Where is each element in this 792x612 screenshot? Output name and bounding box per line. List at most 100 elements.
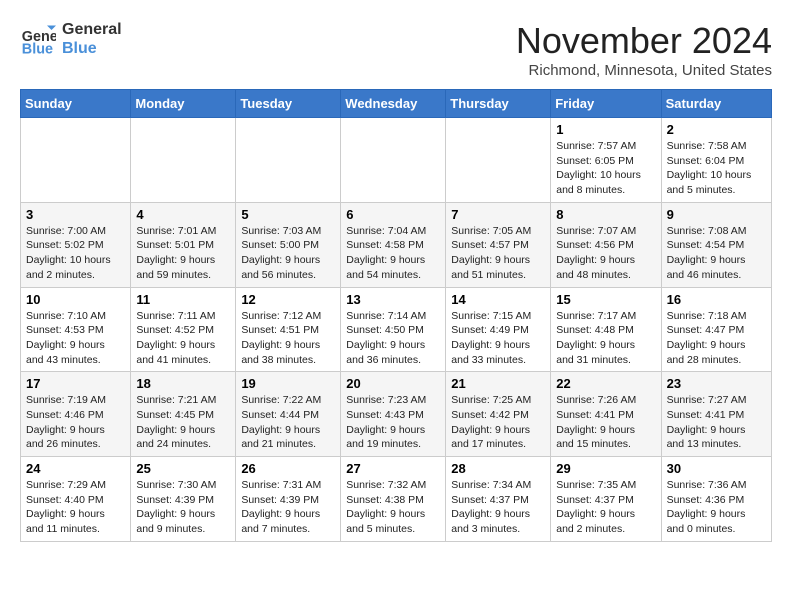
calendar-cell: 26Sunrise: 7:31 AM Sunset: 4:39 PM Dayli… bbox=[236, 457, 341, 542]
day-info: Sunrise: 7:14 AM Sunset: 4:50 PM Dayligh… bbox=[346, 309, 440, 368]
calendar-week-row: 10 Sunrise: 7:10 AM Sunset: 4:53 PM Dayli… bbox=[21, 287, 772, 372]
day-number: 5 bbox=[241, 207, 335, 222]
page-header: General Blue General Blue November 2024 … bbox=[20, 20, 772, 79]
calendar-cell: 5 Sunrise: 7:03 AM Sunset: 5:00 PM Daylig… bbox=[236, 202, 341, 287]
day-number: 18 bbox=[136, 376, 230, 391]
day-info: Sunrise: 7:34 AM Sunset: 4:37 PM Dayligh… bbox=[451, 478, 545, 537]
calendar-cell: 8 Sunrise: 7:07 AM Sunset: 4:56 PM Daylig… bbox=[551, 202, 661, 287]
day-number: 12 bbox=[241, 292, 335, 307]
day-info: Sunrise: 7:35 AM Sunset: 4:37 PM Dayligh… bbox=[556, 478, 655, 537]
day-number: 21 bbox=[451, 376, 545, 391]
day-number: 23 bbox=[667, 376, 766, 391]
weekday-header-cell: Thursday bbox=[446, 90, 551, 118]
day-info: Sunrise: 7:30 AM Sunset: 4:39 PM Dayligh… bbox=[136, 478, 230, 537]
day-number: 9 bbox=[667, 207, 766, 222]
calendar-cell: 24 Sunrise: 7:29 AM Sunset: 4:40 PM Dayli… bbox=[21, 457, 131, 542]
day-info: Sunrise: 7:08 AM Sunset: 4:54 PM Dayligh… bbox=[667, 224, 766, 283]
logo-line2: Blue bbox=[62, 39, 122, 58]
day-info: Sunrise: 7:18 AM Sunset: 4:47 PM Dayligh… bbox=[667, 309, 766, 368]
calendar-cell: 11 Sunrise: 7:11 AM Sunset: 4:52 PM Dayli… bbox=[131, 287, 236, 372]
logo: General Blue General Blue bbox=[20, 20, 122, 58]
calendar-cell bbox=[21, 118, 131, 203]
day-number: 30 bbox=[667, 461, 766, 476]
day-number: 22 bbox=[556, 376, 655, 391]
day-number: 1 bbox=[556, 122, 655, 137]
day-info: Sunrise: 7:10 AM Sunset: 4:53 PM Dayligh… bbox=[26, 309, 125, 368]
day-info: Sunrise: 7:03 AM Sunset: 5:00 PM Dayligh… bbox=[241, 224, 335, 283]
day-info: Sunrise: 7:05 AM Sunset: 4:57 PM Dayligh… bbox=[451, 224, 545, 283]
calendar-cell bbox=[446, 118, 551, 203]
calendar-cell: 13 Sunrise: 7:14 AM Sunset: 4:50 PM Dayli… bbox=[341, 287, 446, 372]
calendar-week-row: 24 Sunrise: 7:29 AM Sunset: 4:40 PM Dayli… bbox=[21, 457, 772, 542]
day-info: Sunrise: 7:01 AM Sunset: 5:01 PM Dayligh… bbox=[136, 224, 230, 283]
logo-icon: General Blue bbox=[20, 21, 56, 57]
calendar-cell: 27Sunrise: 7:32 AM Sunset: 4:38 PM Dayli… bbox=[341, 457, 446, 542]
calendar-cell: 3Sunrise: 7:00 AM Sunset: 5:02 PM Daylig… bbox=[21, 202, 131, 287]
day-info: Sunrise: 7:04 AM Sunset: 4:58 PM Dayligh… bbox=[346, 224, 440, 283]
day-number: 28 bbox=[451, 461, 545, 476]
day-info: Sunrise: 7:07 AM Sunset: 4:56 PM Dayligh… bbox=[556, 224, 655, 283]
day-number: 7 bbox=[451, 207, 545, 222]
day-number: 26 bbox=[241, 461, 335, 476]
weekday-header-cell: Wednesday bbox=[341, 90, 446, 118]
calendar-body: 1 Sunrise: 7:57 AM Sunset: 6:05 PM Daylig… bbox=[21, 118, 772, 542]
day-info: Sunrise: 7:58 AM Sunset: 6:04 PM Dayligh… bbox=[667, 139, 766, 198]
day-number: 10 bbox=[26, 292, 125, 307]
day-number: 11 bbox=[136, 292, 230, 307]
day-number: 2 bbox=[667, 122, 766, 137]
calendar-cell: 20Sunrise: 7:23 AM Sunset: 4:43 PM Dayli… bbox=[341, 372, 446, 457]
day-number: 17 bbox=[26, 376, 125, 391]
day-info: Sunrise: 7:29 AM Sunset: 4:40 PM Dayligh… bbox=[26, 478, 125, 537]
day-info: Sunrise: 7:21 AM Sunset: 4:45 PM Dayligh… bbox=[136, 393, 230, 452]
calendar-cell: 23 Sunrise: 7:27 AM Sunset: 4:41 PM Dayli… bbox=[661, 372, 771, 457]
calendar-cell: 9 Sunrise: 7:08 AM Sunset: 4:54 PM Daylig… bbox=[661, 202, 771, 287]
day-info: Sunrise: 7:25 AM Sunset: 4:42 PM Dayligh… bbox=[451, 393, 545, 452]
calendar-cell: 30 Sunrise: 7:36 AM Sunset: 4:36 PM Dayli… bbox=[661, 457, 771, 542]
calendar-cell: 17 Sunrise: 7:19 AM Sunset: 4:46 PM Dayli… bbox=[21, 372, 131, 457]
day-info: Sunrise: 7:23 AM Sunset: 4:43 PM Dayligh… bbox=[346, 393, 440, 452]
calendar-table: SundayMondayTuesdayWednesdayThursdayFrid… bbox=[20, 89, 772, 542]
calendar-cell: 7 Sunrise: 7:05 AM Sunset: 4:57 PM Daylig… bbox=[446, 202, 551, 287]
weekday-header-cell: Sunday bbox=[21, 90, 131, 118]
calendar-cell: 6 Sunrise: 7:04 AM Sunset: 4:58 PM Daylig… bbox=[341, 202, 446, 287]
day-number: 29 bbox=[556, 461, 655, 476]
calendar-cell: 14Sunrise: 7:15 AM Sunset: 4:49 PM Dayli… bbox=[446, 287, 551, 372]
day-info: Sunrise: 7:36 AM Sunset: 4:36 PM Dayligh… bbox=[667, 478, 766, 537]
day-number: 8 bbox=[556, 207, 655, 222]
calendar-week-row: 17 Sunrise: 7:19 AM Sunset: 4:46 PM Dayli… bbox=[21, 372, 772, 457]
calendar-cell bbox=[236, 118, 341, 203]
day-number: 13 bbox=[346, 292, 440, 307]
day-info: Sunrise: 7:15 AM Sunset: 4:49 PM Dayligh… bbox=[451, 309, 545, 368]
calendar-cell bbox=[341, 118, 446, 203]
weekday-header-cell: Friday bbox=[551, 90, 661, 118]
svg-text:Blue: Blue bbox=[22, 42, 53, 58]
day-info: Sunrise: 7:17 AM Sunset: 4:48 PM Dayligh… bbox=[556, 309, 655, 368]
calendar-cell: 1 Sunrise: 7:57 AM Sunset: 6:05 PM Daylig… bbox=[551, 118, 661, 203]
day-number: 24 bbox=[26, 461, 125, 476]
day-number: 19 bbox=[241, 376, 335, 391]
day-number: 4 bbox=[136, 207, 230, 222]
location-title: Richmond, Minnesota, United States bbox=[516, 62, 772, 79]
calendar-cell: 21 Sunrise: 7:25 AM Sunset: 4:42 PM Dayli… bbox=[446, 372, 551, 457]
calendar-cell: 18 Sunrise: 7:21 AM Sunset: 4:45 PM Dayli… bbox=[131, 372, 236, 457]
day-info: Sunrise: 7:00 AM Sunset: 5:02 PM Dayligh… bbox=[26, 224, 125, 283]
calendar-cell: 22Sunrise: 7:26 AM Sunset: 4:41 PM Dayli… bbox=[551, 372, 661, 457]
calendar-cell: 16 Sunrise: 7:18 AM Sunset: 4:47 PM Dayli… bbox=[661, 287, 771, 372]
calendar-cell: 12Sunrise: 7:12 AM Sunset: 4:51 PM Dayli… bbox=[236, 287, 341, 372]
calendar-cell: 25Sunrise: 7:30 AM Sunset: 4:39 PM Dayli… bbox=[131, 457, 236, 542]
day-number: 6 bbox=[346, 207, 440, 222]
day-number: 16 bbox=[667, 292, 766, 307]
calendar-cell: 19 Sunrise: 7:22 AM Sunset: 4:44 PM Dayli… bbox=[236, 372, 341, 457]
day-info: Sunrise: 7:11 AM Sunset: 4:52 PM Dayligh… bbox=[136, 309, 230, 368]
calendar-cell: 4 Sunrise: 7:01 AM Sunset: 5:01 PM Daylig… bbox=[131, 202, 236, 287]
day-number: 15 bbox=[556, 292, 655, 307]
day-info: Sunrise: 7:57 AM Sunset: 6:05 PM Dayligh… bbox=[556, 139, 655, 198]
calendar-week-row: 1 Sunrise: 7:57 AM Sunset: 6:05 PM Daylig… bbox=[21, 118, 772, 203]
day-info: Sunrise: 7:19 AM Sunset: 4:46 PM Dayligh… bbox=[26, 393, 125, 452]
calendar-cell: 29 Sunrise: 7:35 AM Sunset: 4:37 PM Dayli… bbox=[551, 457, 661, 542]
calendar-cell: 2 Sunrise: 7:58 AM Sunset: 6:04 PM Daylig… bbox=[661, 118, 771, 203]
calendar-week-row: 3Sunrise: 7:00 AM Sunset: 5:02 PM Daylig… bbox=[21, 202, 772, 287]
month-title: November 2024 bbox=[516, 20, 772, 62]
day-info: Sunrise: 7:22 AM Sunset: 4:44 PM Dayligh… bbox=[241, 393, 335, 452]
day-info: Sunrise: 7:27 AM Sunset: 4:41 PM Dayligh… bbox=[667, 393, 766, 452]
